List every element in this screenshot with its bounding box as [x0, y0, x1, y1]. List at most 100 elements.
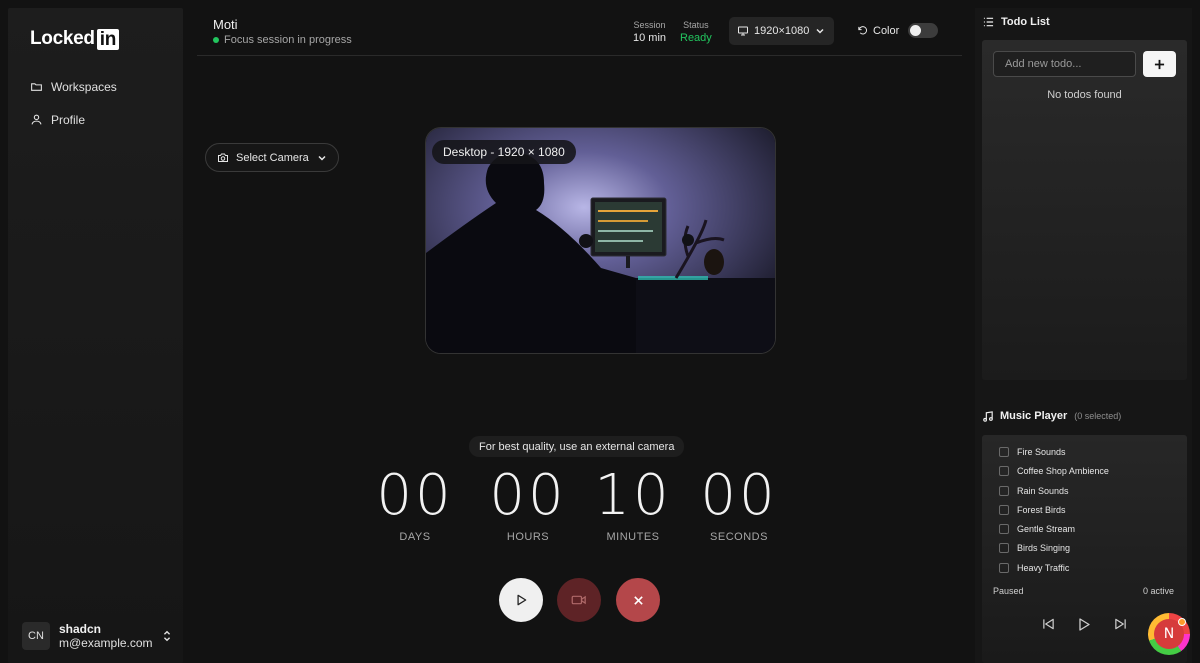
camera-preview: Desktop - 1920 × 1080: [425, 127, 776, 354]
play-icon: [1079, 617, 1090, 631]
status-value: Ready: [680, 32, 712, 44]
track-checkbox[interactable]: [999, 486, 1009, 496]
days-label: DAYS: [399, 531, 431, 543]
todo-header: Todo List: [983, 16, 1050, 28]
rotate-ccw-icon: [858, 26, 868, 35]
track-checkbox[interactable]: [999, 563, 1009, 573]
track-label: Heavy Traffic: [1017, 563, 1070, 573]
session-stat: Session 10 min: [633, 19, 666, 46]
session-label: Session: [633, 20, 666, 30]
playback-state: Paused: [993, 586, 1024, 596]
sidebar: Locked in Workspaces Profile CN shadcn m@…: [8, 8, 183, 663]
todo-title: Todo List: [1001, 16, 1050, 28]
track-checkbox[interactable]: [999, 505, 1009, 515]
close-icon: [633, 595, 643, 605]
session-value: 10 min: [633, 32, 667, 44]
track-checkbox[interactable]: [999, 466, 1009, 476]
active-count: 0 active: [1142, 586, 1174, 596]
video-icon: [571, 595, 586, 605]
timer-seconds: 00 SECONDS: [689, 463, 789, 544]
play-button[interactable]: [499, 578, 543, 622]
track-checkbox[interactable]: [999, 447, 1009, 457]
subtitle-text: Focus session in progress: [224, 34, 352, 46]
folder-icon: [31, 83, 42, 91]
camera-icon: [218, 153, 228, 162]
user-menu[interactable]: CN shadcn m@example.com: [22, 619, 172, 653]
track-checkbox[interactable]: [999, 524, 1009, 534]
user-icon: [31, 114, 42, 125]
stop-session-button[interactable]: [616, 578, 660, 622]
camera-tip: For best quality, use an external camera: [469, 436, 685, 457]
plus-icon: [1154, 59, 1165, 69]
track-label: Gentle Stream: [1017, 524, 1076, 534]
timer-hours: 00 HOURS: [478, 463, 578, 544]
track-item[interactable]: Gentle Stream: [999, 524, 1075, 534]
track-item[interactable]: Forest Birds: [999, 505, 1066, 515]
notification-avatar[interactable]: N: [1148, 613, 1190, 655]
todo-input[interactable]: [993, 51, 1136, 77]
video-button[interactable]: [557, 578, 601, 622]
add-todo-button[interactable]: [1143, 51, 1176, 77]
track-item[interactable]: Rain Sounds: [999, 486, 1069, 496]
color-toggle[interactable]: [908, 23, 939, 38]
chevron-down-icon: [816, 28, 824, 34]
monitor-icon: [738, 26, 748, 36]
days-value: 00: [376, 463, 454, 528]
todo-empty-state: No todos found: [1047, 89, 1122, 101]
track-checkbox[interactable]: [999, 543, 1009, 553]
seconds-value: 00: [700, 463, 778, 528]
music-title: Music Player: [1000, 410, 1068, 422]
todo-box: No todos found: [982, 40, 1187, 380]
right-panel: Todo List No todos found Music Player (0…: [975, 8, 1192, 663]
sidebar-item-label: Workspaces: [51, 79, 117, 94]
play-icon: [517, 594, 527, 606]
hours-label: HOURS: [506, 531, 550, 543]
color-control: Color: [857, 23, 939, 38]
camera-select-label: Select Camera: [236, 151, 309, 164]
minutes-value: 10: [594, 463, 672, 528]
logo-text: Locked: [30, 28, 95, 49]
previous-track-button[interactable]: [1040, 616, 1056, 632]
list-icon: [983, 17, 994, 27]
track-item[interactable]: Birds Singing: [999, 543, 1070, 553]
logo-badge: in: [96, 28, 120, 50]
preview-badge: Desktop - 1920 × 1080: [432, 140, 576, 164]
user-name: shadcn: [59, 621, 102, 636]
app-logo[interactable]: Locked in: [30, 28, 120, 50]
notification-indicator: [1178, 618, 1186, 626]
sidebar-item-profile[interactable]: Profile: [30, 103, 117, 136]
status-dot: [213, 37, 219, 43]
avatar: CN: [22, 622, 50, 650]
resolution-select[interactable]: 1920×1080: [729, 17, 834, 45]
skip-forward-icon: [1114, 618, 1126, 630]
timer-days: 00 DAYS: [365, 463, 465, 544]
sidebar-item-workspaces[interactable]: Workspaces: [30, 70, 117, 103]
music-header: Music Player (0 selected): [983, 410, 1121, 422]
color-label: Color: [873, 24, 900, 37]
timer-minutes: 10 MINUTES: [583, 463, 683, 544]
sidebar-item-label: Profile: [51, 112, 86, 127]
status-label: Status: [683, 20, 709, 30]
chevrons-up-down-icon: [163, 630, 171, 642]
music-selected-count: (0 selected): [1074, 411, 1122, 421]
skip-back-icon: [1042, 618, 1054, 630]
music-note-icon: [983, 410, 993, 422]
user-email: m@example.com: [59, 635, 153, 650]
chevron-down-icon: [318, 155, 326, 161]
track-item[interactable]: Fire Sounds: [999, 447, 1066, 457]
session-subtitle: Focus session in progress: [213, 34, 352, 46]
track-label: Fire Sounds: [1017, 447, 1066, 457]
next-track-button[interactable]: [1112, 616, 1128, 632]
hours-value: 00: [489, 463, 567, 528]
camera-select[interactable]: Select Camera: [205, 143, 339, 172]
track-item[interactable]: Coffee Shop Ambience: [999, 466, 1109, 476]
track-label: Forest Birds: [1017, 505, 1066, 515]
track-label: Birds Singing: [1017, 543, 1071, 553]
sidebar-nav: Workspaces Profile: [30, 70, 117, 136]
track-item[interactable]: Heavy Traffic: [999, 563, 1069, 573]
minutes-label: MINUTES: [606, 531, 660, 543]
page-title: Moti: [213, 17, 238, 32]
header: Moti Focus session in progress Session 1…: [197, 8, 962, 56]
track-label: Rain Sounds: [1017, 486, 1069, 496]
music-play-button[interactable]: [1076, 616, 1092, 632]
